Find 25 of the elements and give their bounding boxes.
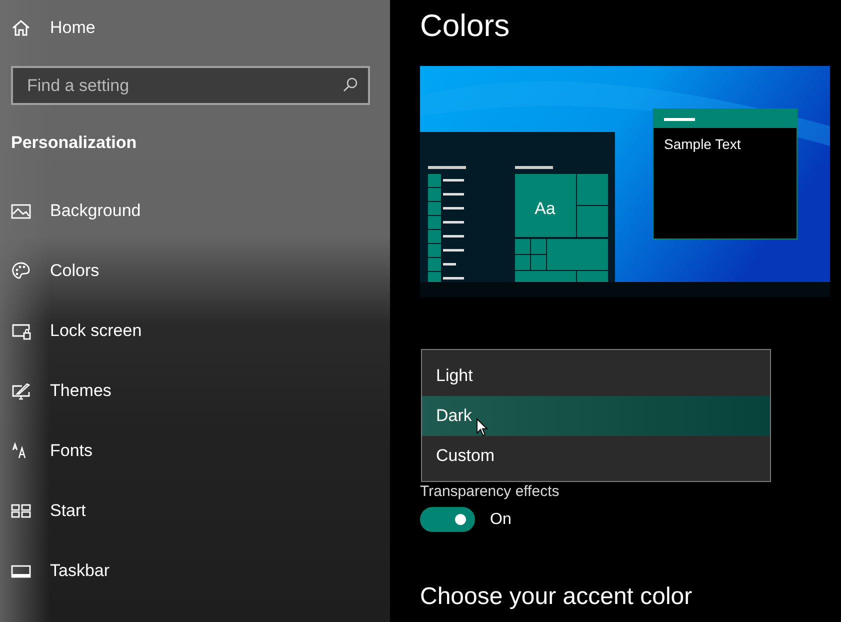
- nav-item[interactable]: Taskbar: [11, 541, 110, 601]
- search-field[interactable]: Find a setting: [11, 66, 370, 105]
- page-title: Colors: [420, 7, 510, 45]
- home-link[interactable]: Home: [11, 0, 96, 56]
- search-icon: [342, 77, 358, 93]
- nav-item[interactable]: Fonts: [11, 421, 93, 481]
- toggle-state: On: [490, 510, 512, 528]
- dropdown-option[interactable]: Custom: [422, 436, 770, 476]
- setting-label: Transparency effects: [420, 482, 560, 502]
- dropdown-option[interactable]: Light: [422, 356, 770, 396]
- dropdown-option[interactable]: Dark: [422, 396, 770, 436]
- nav-item[interactable]: Colors: [11, 241, 100, 301]
- sample-text: Sample Text: [664, 136, 741, 152]
- nav-item[interactable]: Background: [11, 181, 141, 241]
- toggle-switch[interactable]: [420, 507, 475, 532]
- themes-icon: [11, 381, 31, 401]
- section-heading: Choose your accent color: [420, 582, 692, 612]
- nav-item[interactable]: Start: [11, 481, 86, 541]
- nav-item[interactable]: Lock screen: [11, 301, 142, 361]
- home-icon: [11, 18, 31, 38]
- palette-icon: [11, 261, 31, 281]
- section-heading: Personalization: [11, 133, 137, 153]
- tile-label: Aa: [534, 199, 556, 218]
- nav-item[interactable]: Themes: [11, 361, 112, 421]
- cursor-icon: [476, 418, 488, 437]
